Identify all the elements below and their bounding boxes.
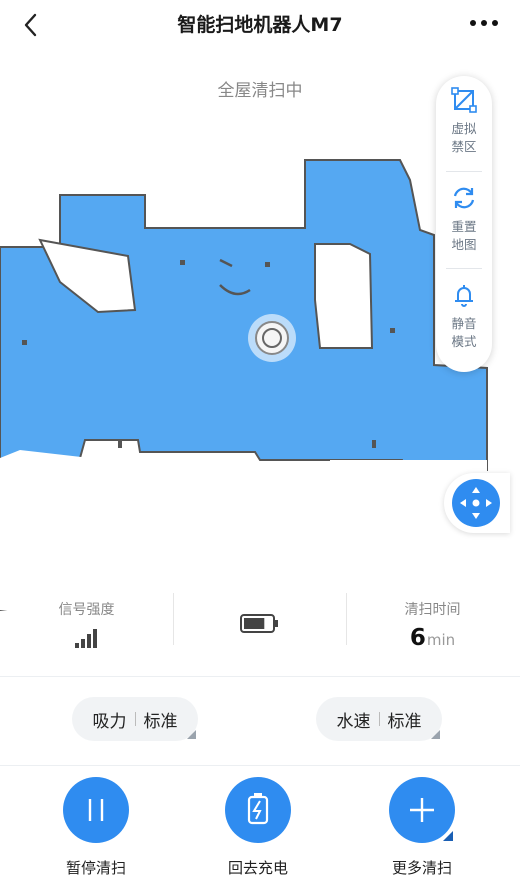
pause-label: 暂停清扫 [65, 859, 126, 877]
map-obstacle-right [314, 243, 374, 349]
suction-value: 标准 [143, 711, 178, 732]
battery-stat [173, 585, 346, 660]
pause-button[interactable] [63, 777, 129, 843]
suction-selector[interactable]: 吸力 标准 [72, 697, 198, 741]
virtual-zone-icon [451, 87, 477, 113]
refresh-icon [453, 187, 475, 209]
robot-stats: 信号强度 清扫时间 6min [0, 585, 520, 660]
signal-bars-icon [74, 629, 97, 648]
app-header: 智能扫地机器人M7 [0, 0, 520, 50]
map-floor-area [0, 159, 488, 612]
time-label: 清扫时间 [404, 602, 461, 618]
cleaning-settings: 吸力 标准 水速 标准 [0, 676, 520, 766]
battery-icon [239, 614, 278, 633]
pause-icon [88, 799, 104, 821]
more-cleaning-button[interactable] [389, 777, 455, 843]
charge-button[interactable] [225, 777, 291, 843]
signal-label: 信号强度 [58, 602, 115, 618]
signal-stat: 信号强度 [0, 585, 173, 660]
more-cleaning-action[interactable]: 更多清扫 [362, 768, 482, 878]
water-speed-selector[interactable]: 水速 标准 [316, 697, 442, 741]
remote-control-button[interactable] [444, 473, 510, 533]
water-label: 水速 [336, 711, 371, 732]
robot-position-marker [248, 314, 296, 362]
charge-label: 回去充电 [227, 859, 288, 877]
pause-cleaning-action[interactable]: 暂停清扫 [36, 768, 156, 878]
virtual-zone-button[interactable]: 虚拟禁区 [436, 76, 492, 166]
bell-icon [455, 285, 473, 307]
action-bar: 暂停清扫 回去充电 更多清扫 [0, 768, 520, 889]
virtual-zone-label: 虚拟禁区 [451, 121, 477, 154]
return-charge-action[interactable]: 回去充电 [198, 768, 318, 878]
silent-mode-button[interactable]: 静音模式 [436, 271, 492, 361]
map-tools-panel: 虚拟禁区 重置地图 静音模式 [436, 76, 492, 372]
more-options-icon[interactable] [464, 8, 504, 38]
reset-map-button[interactable]: 重置地图 [436, 174, 492, 264]
more-cleaning-label: 更多清扫 [391, 859, 452, 877]
water-value: 标准 [387, 711, 422, 732]
cleaning-map[interactable] [0, 140, 495, 615]
charge-icon [247, 793, 269, 825]
suction-label: 吸力 [92, 711, 127, 732]
time-stat: 清扫时间 6min [346, 585, 519, 660]
cleaning-time: 6min [409, 625, 456, 651]
silent-mode-label: 静音模式 [451, 316, 477, 349]
reset-map-label: 重置地图 [451, 219, 477, 252]
move-direction-icon [460, 487, 492, 519]
page-title: 智能扫地机器人M7 [177, 14, 343, 36]
